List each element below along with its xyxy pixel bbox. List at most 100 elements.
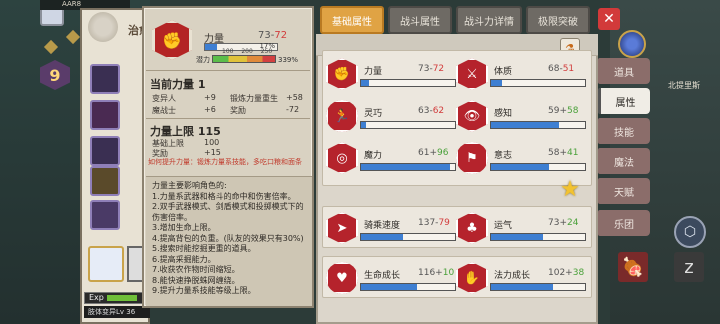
attribute-3[interactable]: 👁 感知 59+58 bbox=[456, 100, 586, 140]
attribute-0[interactable]: ✊ 力量 73-72 bbox=[326, 58, 456, 98]
attribute-7[interactable]: ♣ 运气 73+24 bbox=[456, 212, 586, 252]
attribute-delta: 41 bbox=[567, 148, 579, 158]
attribute-bar-fill bbox=[361, 284, 418, 290]
attribute-bar bbox=[490, 79, 586, 87]
attribute-bar bbox=[360, 79, 456, 87]
world-map-icon[interactable] bbox=[618, 30, 646, 58]
attribute-9[interactable]: ✋ 法力成长 102+38 bbox=[456, 262, 586, 302]
equip-slot-weapon[interactable] bbox=[90, 100, 120, 130]
tab-combat-power-details[interactable]: 战斗力详情 bbox=[456, 6, 522, 34]
attribute-label: 魔力 bbox=[364, 151, 383, 161]
potential-pct: 339% bbox=[278, 56, 299, 64]
bonus-label: 奖励 bbox=[230, 106, 246, 115]
attribute-base: 73+ bbox=[548, 218, 567, 228]
settings-icon[interactable]: ⬡ bbox=[674, 216, 706, 248]
attribute-value: 59+58 bbox=[548, 106, 578, 116]
attribute-1[interactable]: ⚔ 体质 68-51 bbox=[456, 58, 586, 98]
star-icon[interactable]: ★ bbox=[558, 178, 582, 202]
attribute-base: 58+ bbox=[548, 148, 567, 158]
tab-limit-break[interactable]: 极限突破 bbox=[526, 6, 590, 34]
side-tab-talent[interactable]: 天赋 bbox=[598, 178, 650, 204]
attribute-value: 58+41 bbox=[548, 148, 578, 158]
attribute-bar bbox=[360, 283, 456, 291]
luck-icon: ♣ bbox=[456, 212, 488, 244]
equip-slot-cloak[interactable] bbox=[90, 136, 120, 166]
class-emblem-icon bbox=[88, 12, 118, 42]
attribute-label: 力量 bbox=[364, 67, 383, 77]
side-tab-magic[interactable]: 魔法 bbox=[598, 148, 650, 174]
attribute-bar bbox=[360, 163, 456, 171]
attribute-value: 137-79 bbox=[418, 218, 450, 228]
bonus-value: -72 bbox=[286, 105, 300, 114]
attribute-description: 力量主要影响角色的: 1.力量系武器和格斗的命中和伤害倍率。 2.双手武器模式、… bbox=[146, 176, 312, 306]
tab-basic-attributes[interactable]: 基础属性 bbox=[320, 6, 384, 34]
divider bbox=[146, 70, 310, 71]
bonus-value: +9 bbox=[204, 93, 216, 102]
attribute-base: 137- bbox=[418, 218, 439, 228]
improve-tip: 如何提升力量：锻炼力量系技能，多吃口粮和面条 bbox=[148, 158, 302, 166]
attribute-value: 102+38 bbox=[548, 268, 584, 278]
attribute-base: 63- bbox=[418, 106, 433, 116]
limit-value: +15 bbox=[204, 148, 221, 157]
attribute-bar bbox=[490, 233, 586, 241]
attribute-delta: 24 bbox=[567, 218, 579, 228]
meat-icon[interactable]: 🍖 bbox=[618, 252, 648, 282]
magic-icon: ◎ bbox=[326, 142, 358, 174]
equip-slot-accessory[interactable] bbox=[90, 200, 120, 230]
detail-value-main: 73- bbox=[258, 30, 275, 41]
job-level: 肢体变异Lv 36 bbox=[84, 306, 150, 318]
exp-label: Exp bbox=[89, 293, 104, 302]
attribute-bar bbox=[360, 121, 456, 129]
limit-value: 100 bbox=[204, 138, 220, 147]
side-tab-items[interactable]: 道具 bbox=[598, 58, 650, 84]
side-tab-attributes[interactable]: 属性 bbox=[598, 88, 650, 114]
potential-ticks: 100 200 250 bbox=[222, 48, 273, 55]
side-tab-skills[interactable]: 技能 bbox=[598, 118, 650, 144]
attribute-bar-fill bbox=[491, 234, 543, 240]
close-button[interactable]: ✕ bbox=[598, 8, 620, 30]
strength-icon: ✊ bbox=[326, 58, 358, 90]
equip-slot-armor[interactable] bbox=[90, 64, 120, 94]
attribute-bar-fill bbox=[361, 80, 369, 86]
side-tab-band[interactable]: 乐团 bbox=[598, 210, 650, 236]
attribute-base: 59+ bbox=[548, 106, 567, 116]
bonus-label: 变异人 bbox=[152, 94, 176, 103]
equip-slot-helm[interactable] bbox=[90, 166, 120, 196]
attribute-base: 68- bbox=[548, 64, 563, 74]
attribute-base: 61+ bbox=[418, 148, 437, 158]
attribute-bar-fill bbox=[361, 122, 366, 128]
attribute-bar bbox=[490, 121, 586, 129]
bonus-label: 锻炼力量重生 bbox=[230, 94, 278, 103]
attribute-6[interactable]: ➤ 骑乘速度 137-79 bbox=[326, 212, 456, 252]
attribute-bar bbox=[360, 233, 456, 241]
exp-bar: Exp bbox=[84, 292, 150, 304]
bonus-value: +6 bbox=[204, 105, 216, 114]
attribute-8[interactable]: ♥ 生命成长 116+10 bbox=[326, 262, 456, 302]
tab-combat-attributes[interactable]: 战斗属性 bbox=[388, 6, 452, 34]
detail-value-delta: 72 bbox=[274, 30, 288, 41]
attribute-delta: 79 bbox=[438, 218, 450, 228]
character-portrait[interactable] bbox=[88, 246, 124, 282]
attribute-2[interactable]: 🏃 灵巧 63-62 bbox=[326, 100, 456, 140]
attribute-bar-fill bbox=[361, 234, 404, 240]
will-icon: ⚑ bbox=[456, 142, 488, 174]
attribute-delta: 51 bbox=[562, 64, 575, 74]
attribute-delta: 62 bbox=[432, 106, 445, 116]
attribute-value: 116+10 bbox=[418, 268, 454, 278]
attribute-5[interactable]: ⚑ 意志 58+41 bbox=[456, 142, 586, 182]
attribute-bar-fill bbox=[491, 80, 503, 86]
potential-bar bbox=[212, 55, 276, 63]
attribute-label: 运气 bbox=[494, 221, 513, 231]
attribute-bar-fill bbox=[491, 122, 559, 128]
limit-title: 力量上限 115 bbox=[150, 125, 221, 138]
attribute-value: 73-72 bbox=[418, 64, 444, 74]
divider bbox=[146, 118, 310, 119]
sleep-icon[interactable]: z bbox=[674, 252, 704, 282]
attribute-label: 生命成长 bbox=[364, 271, 401, 281]
riding-speed-icon: ➤ bbox=[326, 212, 358, 244]
attribute-label: 骑乘速度 bbox=[364, 221, 401, 231]
attribute-delta: 10 bbox=[442, 268, 455, 278]
attribute-value: 68-51 bbox=[548, 64, 574, 74]
attribute-4[interactable]: ◎ 魔力 61+96 bbox=[326, 142, 456, 182]
attribute-base: 102+ bbox=[548, 268, 573, 278]
